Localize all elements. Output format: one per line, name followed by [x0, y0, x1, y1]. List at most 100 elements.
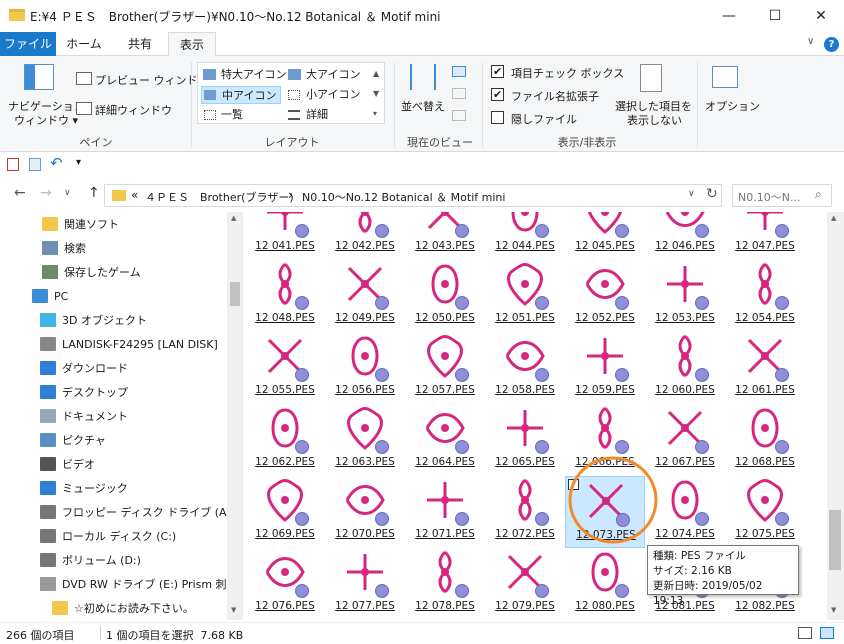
- file-tile[interactable]: 12 064.PES: [405, 404, 485, 476]
- nav-item[interactable]: ミュージック: [0, 476, 232, 500]
- nav-item[interactable]: 検索: [0, 236, 232, 260]
- address-bar[interactable]: « ４ＰＥＳ Brother(ブラザー) › N0.10～No.12 Botan…: [104, 184, 722, 207]
- nav-item[interactable]: ダウンロード: [0, 356, 232, 380]
- path-overflow-button[interactable]: «: [131, 188, 138, 202]
- size-columns-icon[interactable]: [452, 110, 466, 121]
- nav-item[interactable]: PC: [0, 284, 232, 308]
- group-by-icon[interactable]: [452, 66, 466, 77]
- close-button[interactable]: ✕: [798, 0, 844, 32]
- file-tile[interactable]: 12 043.PES: [405, 212, 485, 260]
- nav-item[interactable]: デスクトップ: [0, 380, 232, 404]
- sort-by-button[interactable]: 並べ替え: [401, 98, 445, 114]
- refresh-icon[interactable]: ↻: [706, 186, 718, 202]
- breadcrumb-parent[interactable]: ４ＰＥＳ Brother(ブラザー): [145, 189, 294, 205]
- nav-scroll-down-icon[interactable]: ▼: [231, 606, 236, 614]
- file-tile[interactable]: 12 075.PES: [725, 476, 805, 548]
- address-dropdown-icon[interactable]: ∨: [688, 189, 695, 199]
- file-tile[interactable]: 12 071.PES: [405, 476, 485, 548]
- tab-share[interactable]: 共有: [112, 32, 168, 56]
- hidden-items-checkbox[interactable]: [491, 111, 504, 127]
- properties-icon[interactable]: [7, 158, 19, 171]
- file-tile[interactable]: 12 045.PES: [565, 212, 645, 260]
- maximize-button[interactable]: ☐: [752, 0, 798, 32]
- breadcrumb-current[interactable]: N0.10～No.12 Botanical ＆ Motif mini: [302, 189, 505, 205]
- file-tile[interactable]: 12 052.PES: [565, 260, 645, 332]
- nav-item[interactable]: ☆初めにお読み下さい。: [0, 596, 232, 620]
- nav-item[interactable]: ビデオ: [0, 452, 232, 476]
- file-tile[interactable]: 12 061.PES: [725, 332, 805, 404]
- file-tile[interactable]: 12 058.PES: [485, 332, 565, 404]
- undo-icon[interactable]: ↶: [50, 154, 63, 172]
- file-tile[interactable]: 12 053.PES: [645, 260, 725, 332]
- up-button[interactable]: ↑: [88, 185, 100, 201]
- file-tile[interactable]: 12 049.PES: [325, 260, 405, 332]
- scroll-up-icon[interactable]: ▲: [831, 214, 836, 222]
- nav-scrollbar-thumb[interactable]: [230, 282, 240, 306]
- file-tile[interactable]: 12 048.PES: [245, 260, 325, 332]
- file-tile[interactable]: 12 060.PES: [645, 332, 725, 404]
- gallery-down-icon[interactable]: ▼: [373, 89, 379, 98]
- gallery-more-icon[interactable]: ▾: [373, 109, 377, 118]
- tab-file[interactable]: ファイル: [0, 32, 56, 56]
- scroll-down-icon[interactable]: ▼: [831, 606, 836, 614]
- file-view-scrollbar-thumb[interactable]: [829, 510, 841, 570]
- file-tile[interactable]: 12 056.PES: [325, 332, 405, 404]
- recent-locations-button[interactable]: ∨: [64, 188, 71, 198]
- nav-item[interactable]: ドキュメント: [0, 404, 232, 428]
- ribbon-collapse-icon[interactable]: ∨: [807, 36, 814, 47]
- search-icon[interactable]: ⌕: [815, 187, 822, 202]
- navigation-pane-dropdown[interactable]: ウィンドウ ▾: [14, 112, 78, 128]
- nav-item[interactable]: フロッピー ディスク ドライブ (A:): [0, 500, 234, 524]
- options-button[interactable]: オプション: [705, 98, 760, 114]
- file-tile[interactable]: 12 051.PES: [485, 260, 565, 332]
- file-tile[interactable]: 12 055.PES: [245, 332, 325, 404]
- file-tile[interactable]: 12 072.PES: [485, 476, 565, 548]
- file-tile[interactable]: 12 041.PES: [245, 212, 325, 260]
- minimize-button[interactable]: —: [706, 0, 752, 32]
- file-tile[interactable]: 12 079.PES: [485, 548, 565, 620]
- nav-item[interactable]: 関連ソフト: [0, 212, 232, 236]
- details-view-icon[interactable]: [798, 627, 812, 639]
- file-tile[interactable]: 12 068.PES: [725, 404, 805, 476]
- search-input[interactable]: N0.10～N... ⌕: [732, 184, 832, 207]
- tab-view[interactable]: 表示: [168, 32, 216, 57]
- file-extensions-checkbox[interactable]: [491, 88, 504, 104]
- breadcrumb-separator[interactable]: ›: [288, 188, 293, 202]
- file-tile[interactable]: 12 069.PES: [245, 476, 325, 548]
- file-tile[interactable]: 12 080.PES: [565, 548, 645, 620]
- file-tile[interactable]: 12 050.PES: [405, 260, 485, 332]
- file-tile[interactable]: 12 046.PES: [645, 212, 725, 260]
- file-tile[interactable]: 12 062.PES: [245, 404, 325, 476]
- nav-item[interactable]: DVD RW ドライブ (E:) Prism 刺繍: [0, 572, 238, 596]
- file-tile[interactable]: 12 077.PES: [325, 548, 405, 620]
- add-columns-icon[interactable]: [452, 88, 466, 99]
- nav-item[interactable]: 3D オブジェクト: [0, 308, 232, 332]
- nav-item[interactable]: 保存したゲーム: [0, 260, 232, 284]
- nav-item[interactable]: ピクチャ: [0, 428, 232, 452]
- new-folder-icon[interactable]: [29, 158, 41, 171]
- help-icon[interactable]: ?: [824, 37, 839, 52]
- item-checkboxes-checkbox[interactable]: [491, 65, 504, 81]
- file-tile[interactable]: 12 065.PES: [485, 404, 565, 476]
- forward-button[interactable]: →: [40, 185, 52, 201]
- nav-scroll-up-icon[interactable]: ▲: [231, 214, 236, 222]
- file-tile[interactable]: 12 076.PES: [245, 548, 325, 620]
- customize-qat-icon[interactable]: ▾: [76, 157, 81, 168]
- file-tile[interactable]: 12 047.PES: [725, 212, 805, 260]
- file-tile[interactable]: 12 054.PES: [725, 260, 805, 332]
- back-button[interactable]: ←: [14, 185, 26, 201]
- file-tile[interactable]: 12 070.PES: [325, 476, 405, 548]
- nav-item[interactable]: ボリューム (D:): [0, 548, 232, 572]
- details-pane-button[interactable]: 詳細ウィンドウ: [95, 102, 172, 118]
- nav-scrollbar[interactable]: ▲ ▼: [227, 212, 243, 620]
- file-tile[interactable]: 12 063.PES: [325, 404, 405, 476]
- tab-home[interactable]: ホーム: [56, 32, 112, 56]
- file-tile[interactable]: 12 042.PES: [325, 212, 405, 260]
- file-tile[interactable]: 12 044.PES: [485, 212, 565, 260]
- file-tile[interactable]: 12 078.PES: [405, 548, 485, 620]
- large-icons-view-icon[interactable]: [820, 627, 834, 639]
- file-tile[interactable]: 12 059.PES: [565, 332, 645, 404]
- nav-item[interactable]: ローカル ディスク (C:): [0, 524, 232, 548]
- gallery-up-icon[interactable]: ▲: [373, 69, 379, 78]
- hide-selected-button-line2[interactable]: 表示しない: [627, 112, 682, 128]
